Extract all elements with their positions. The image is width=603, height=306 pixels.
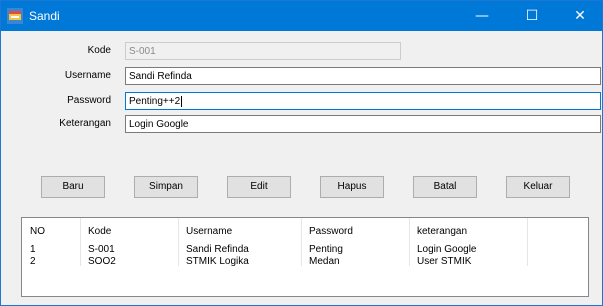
form-panel: Kode S-001 Username Sandi Refinda Passwo…	[21, 37, 601, 204]
keterangan-value: Login Google	[129, 119, 189, 130]
column-header[interactable]: Password	[309, 226, 353, 237]
list-row[interactable]: 2 SOO2 STMIK Logika Medan User STMIK	[22, 256, 588, 269]
row-cell: Medan	[309, 256, 340, 267]
edit-button[interactable]: Edit	[227, 176, 291, 198]
close-button[interactable]: ✕	[557, 1, 603, 31]
row-cell: User STMIK	[417, 256, 472, 267]
text-caret	[181, 95, 183, 107]
hapus-button[interactable]: Hapus	[320, 176, 384, 198]
row-cell: Penting	[309, 244, 343, 255]
username-value: Sandi Refinda	[129, 71, 192, 82]
list-header-row: NO Kode Username Password keterangan	[22, 226, 588, 239]
row-cell: STMIK Logika	[186, 256, 249, 267]
batal-button[interactable]: Batal	[413, 176, 477, 198]
data-listview[interactable]: NO Kode Username Password keterangan 1 S…	[21, 217, 589, 297]
column-header[interactable]: Kode	[88, 226, 111, 237]
minimize-button[interactable]: —	[459, 1, 505, 31]
keluar-button[interactable]: Keluar	[506, 176, 570, 198]
column-header[interactable]: NO	[30, 226, 45, 237]
keterangan-field[interactable]: Login Google	[125, 115, 601, 133]
keterangan-label: Keterangan	[59, 118, 111, 129]
username-field[interactable]: Sandi Refinda	[125, 67, 601, 85]
app-window: Sandi — ☐ ✕ Kode S-001 Username Sandi Re…	[0, 0, 603, 306]
username-label: Username	[64, 70, 111, 81]
column-header[interactable]: Username	[186, 226, 232, 237]
row-cell: SOO2	[88, 256, 116, 267]
password-value: Penting++2	[129, 96, 181, 107]
row-cell: S-001	[88, 244, 115, 255]
simpan-button[interactable]: Simpan	[134, 176, 198, 198]
row-cell: Sandi Refinda	[186, 244, 249, 255]
password-label: Password	[67, 95, 111, 106]
title-bar[interactable]: Sandi — ☐ ✕	[1, 1, 602, 31]
kode-label: Kode	[87, 45, 111, 56]
app-icon	[7, 8, 23, 24]
kode-value: S-001	[129, 46, 156, 57]
password-field[interactable]: Penting++2	[125, 92, 601, 110]
window-title: Sandi	[29, 9, 60, 23]
row-cell: 1	[30, 244, 36, 255]
kode-field[interactable]: S-001	[125, 42, 401, 60]
column-header[interactable]: keterangan	[417, 226, 467, 237]
row-cell: Login Google	[417, 244, 477, 255]
maximize-button[interactable]: ☐	[509, 1, 555, 31]
baru-button[interactable]: Baru	[41, 176, 105, 198]
row-cell: 2	[30, 256, 36, 267]
